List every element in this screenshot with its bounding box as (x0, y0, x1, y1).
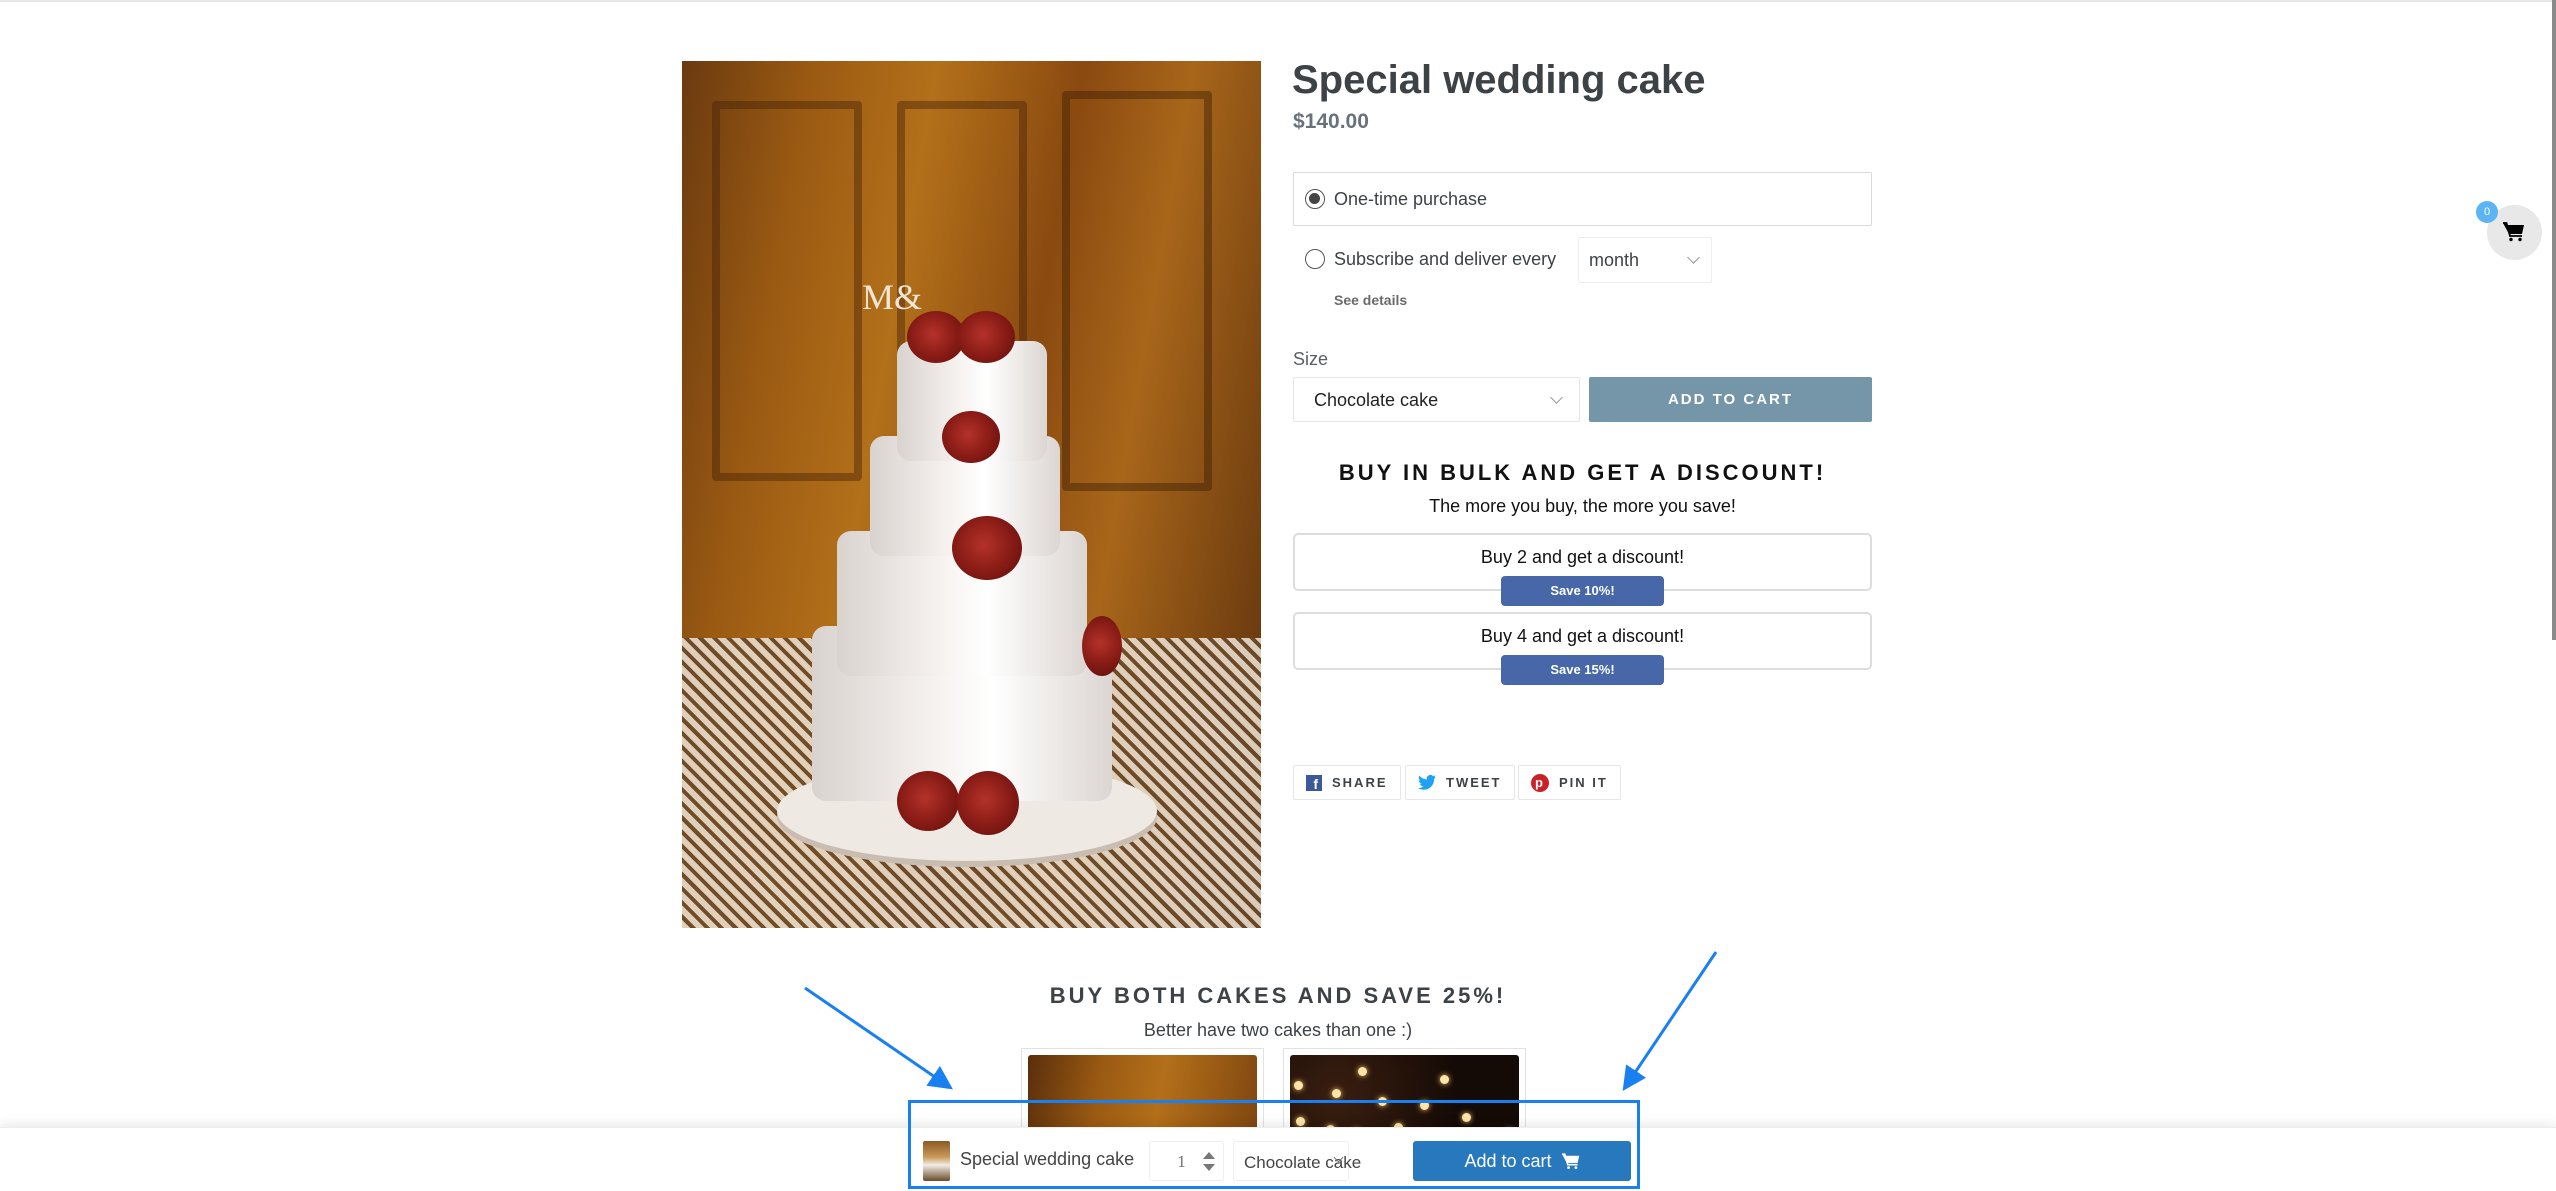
cart-icon (1561, 1152, 1579, 1169)
save-badge: Save 10%! (1501, 576, 1664, 606)
discount-tier-text: Buy 4 and get a discount! (1480, 626, 1685, 646)
bokeh-light (1294, 1081, 1303, 1090)
add-to-cart-button[interactable]: ADD TO CART (1589, 377, 1872, 422)
bokeh-light (1358, 1067, 1367, 1076)
increment-icon[interactable] (1203, 1152, 1215, 1159)
frequency-select[interactable]: month (1578, 237, 1712, 283)
top-border (0, 0, 2556, 2)
one-time-label: One-time purchase (1334, 189, 1488, 209)
bokeh-light (1296, 1117, 1305, 1126)
share-label: SHARE (1332, 775, 1388, 790)
product-image[interactable]: M& (682, 61, 1261, 928)
bokeh-light (1420, 1101, 1429, 1110)
pin-label: PIN IT (1559, 775, 1608, 790)
frequency-value: month (1589, 250, 1640, 270)
discount-tier-text: Buy 2 and get a discount! (1480, 547, 1685, 567)
bokeh-light (1332, 1089, 1341, 1098)
background-door (712, 101, 862, 481)
save-badge: Save 15%! (1501, 655, 1664, 685)
size-value: Chocolate cake (1314, 390, 1439, 410)
subscribe-radio[interactable] (1305, 249, 1325, 269)
sticky-add-to-cart-button[interactable]: Add to cart (1413, 1141, 1631, 1181)
rose (942, 411, 1000, 463)
chevron-down-icon (1687, 251, 1700, 264)
rose (957, 311, 1015, 363)
annotation-arrow-right (1622, 951, 1718, 1091)
cart-count-badge: 0 (2476, 201, 2498, 223)
sticky-variant-select[interactable]: Chocolate cake (1233, 1141, 1361, 1181)
see-details-link[interactable]: See details (1334, 292, 1407, 308)
bulk-discount-title: BUY IN BULK AND GET A DISCOUNT! (1338, 460, 1827, 485)
chevron-down-icon (1550, 391, 1563, 404)
quantity-stepper[interactable]: 1 (1149, 1141, 1224, 1181)
rose (952, 516, 1022, 580)
cake-topper: M& (862, 277, 923, 317)
sticky-add-to-cart-label: Add to cart (1464, 1150, 1552, 1171)
pinterest-icon: p (1531, 773, 1549, 792)
bokeh-light (1440, 1075, 1449, 1084)
product-title: Special wedding cake (1292, 58, 1706, 102)
quantity-value: 1 (1177, 1153, 1187, 1171)
rose (1082, 616, 1122, 676)
one-time-radio[interactable] (1305, 189, 1325, 209)
size-label: Size (1293, 349, 1329, 369)
bokeh-light (1462, 1113, 1471, 1122)
twitter-share-button[interactable]: TWEET (1405, 765, 1515, 800)
bundle-subtitle: Better have two cakes than one :) (1143, 1020, 1413, 1040)
cart-icon (2503, 222, 2524, 242)
background-door (1062, 91, 1212, 491)
facebook-icon: f (1306, 774, 1322, 792)
one-time-purchase-option[interactable]: One-time purchase (1293, 172, 1872, 226)
bundle-title: BUY BOTH CAKES AND SAVE 25%! (1049, 983, 1507, 1008)
pinterest-share-button[interactable]: p PIN IT (1518, 765, 1621, 800)
rose (897, 771, 959, 831)
product-price: $140.00 (1293, 110, 1369, 133)
subscribe-label: Subscribe and deliver every (1334, 249, 1557, 269)
facebook-share-button[interactable]: f SHARE (1293, 765, 1401, 800)
sticky-product-thumbnail (923, 1141, 950, 1181)
tweet-label: TWEET (1446, 775, 1502, 790)
bokeh-light (1378, 1097, 1387, 1106)
annotation-arrows (804, 951, 1718, 1091)
decrement-icon[interactable] (1203, 1164, 1215, 1171)
sticky-variant-value: Chocolate cake (1244, 1153, 1362, 1172)
twitter-icon (1418, 774, 1436, 791)
rose (957, 771, 1019, 835)
sticky-product-name: Special wedding cake (960, 1149, 1135, 1169)
bulk-discount-subtitle: The more you buy, the more you save! (1429, 496, 1736, 516)
scrollbar[interactable] (2552, 0, 2556, 640)
size-select[interactable]: Chocolate cake (1293, 377, 1580, 422)
